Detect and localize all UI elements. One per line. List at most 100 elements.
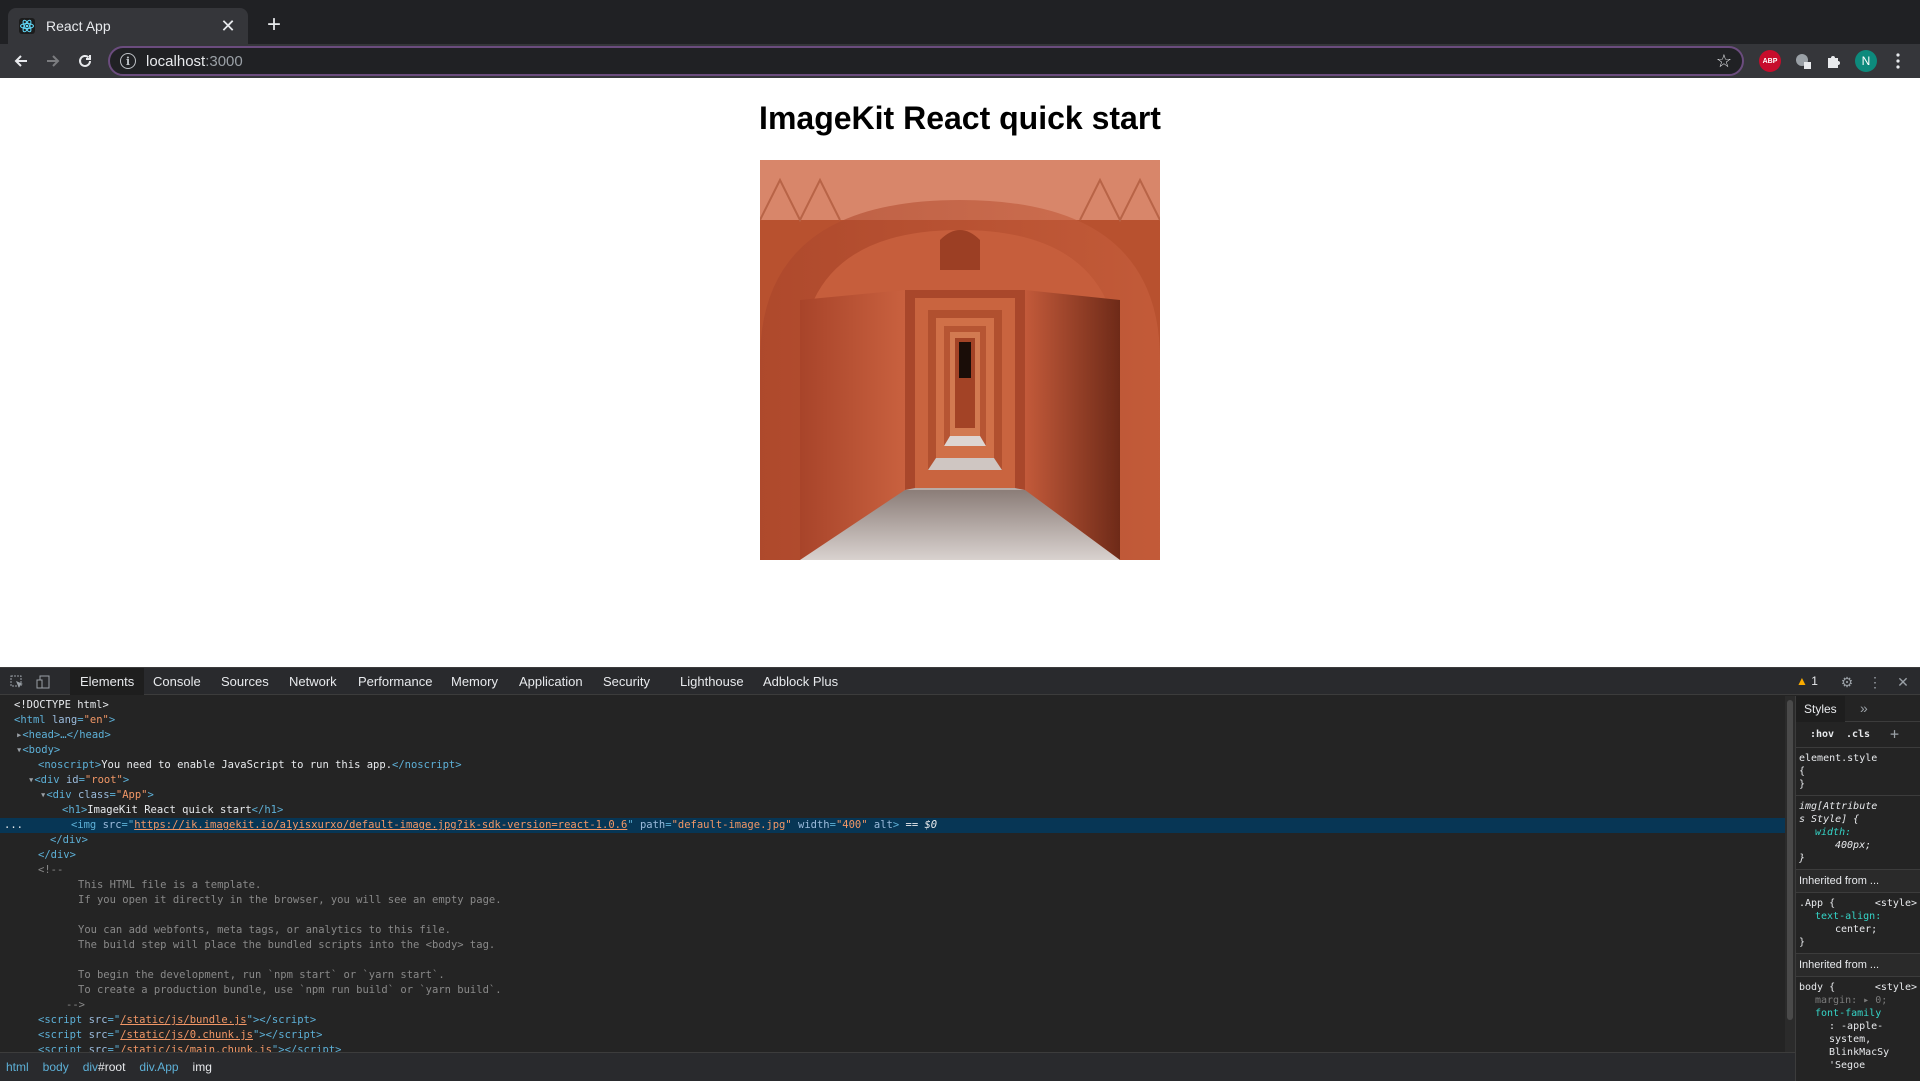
extension-icon[interactable] [1792,50,1814,72]
tab-title: React App [46,18,111,34]
hero-image [760,160,1160,560]
tab-styles[interactable]: Styles [1796,696,1845,722]
element-style-rule[interactable]: element.style { } [1796,748,1920,796]
close-icon[interactable]: ✕ [1894,673,1912,691]
add-rule-button[interactable]: + [1890,725,1899,743]
style-source-link[interactable]: <style> [1875,897,1917,910]
warnings-counter[interactable]: ▲ 1 [1796,674,1818,688]
devtools-tab-network[interactable]: Network [279,668,347,695]
hov-toggle[interactable]: :hov [1810,729,1834,740]
styles-pane: Styles » :hov .cls + element.style { } i… [1795,696,1920,1081]
cls-toggle[interactable]: .cls [1846,729,1870,740]
comment-line: This HTML file is a template. [78,879,262,891]
url-host: localhost [146,52,206,70]
devtools-tab-adblock-plus[interactable]: Adblock Plus [753,668,848,695]
back-button[interactable] [6,46,36,76]
comment-close: --> [66,999,85,1011]
inherited-header: Inherited from ... [1796,954,1920,977]
dom-node-doctype[interactable]: <!DOCTYPE html> [0,698,1785,713]
reload-icon [79,54,91,67]
more-tabs-icon[interactable]: » [1860,700,1868,716]
inspect-element-icon[interactable] [8,673,26,691]
dom-node-div-root-close[interactable]: </div> [0,848,1785,863]
dom-node-noscript[interactable]: <noscript>You need to enable JavaScript … [0,758,1785,773]
close-icon[interactable]: ✕ [218,16,238,37]
breadcrumb-html[interactable]: html [6,1060,29,1074]
body-style-rule[interactable]: body { <style> margin: ▸ 0; font-family … [1796,977,1920,1076]
breadcrumb-div-root[interactable]: div#root [83,1060,126,1074]
devtools-panel: Elements Console Sources Network Perform… [0,667,1920,1081]
dom-node-div-app[interactable]: ▾<div class="App"> [0,788,1785,803]
arrow-right-icon [47,55,60,67]
styles-filter-row: :hov .cls + [1796,722,1920,748]
img-src-link[interactable]: https://ik.imagekit.io/a1yisxurxo/defaul… [134,819,627,831]
forward-button[interactable] [38,46,68,76]
devtools-tabbar: Elements Console Sources Network Perform… [0,668,1920,695]
warning-count: 1 [1811,674,1818,688]
devtools-tab-elements[interactable]: Elements [70,668,145,695]
profile-avatar[interactable]: N [1855,50,1877,72]
react-icon [18,17,36,35]
kebab-icon[interactable]: ⋮ [1866,673,1884,691]
breadcrumb-img[interactable]: img [193,1060,212,1074]
comment-line: The build step will place the bundled sc… [78,939,496,951]
kebab-icon [1896,53,1900,69]
devtools-tab-performance[interactable]: Performance [348,668,442,695]
dom-node-comment[interactable]: <!-- [0,863,1785,878]
style-source-link[interactable]: <style> [1875,981,1917,994]
dom-node-div-root[interactable]: ▾<div id="root"> [0,773,1785,788]
dom-tree: <!DOCTYPE html> <html lang="en"> ▸<head>… [0,696,1785,1052]
gear-icon[interactable]: ⚙ [1838,673,1856,691]
dom-node-head[interactable]: ▸<head>…</head> [0,728,1785,743]
devtools-tab-security[interactable]: Security [593,668,660,695]
puzzle-icon [1828,56,1840,68]
dom-node-script[interactable]: <script src="/static/js/main.chunk.js"><… [0,1043,1785,1052]
page-heading: ImageKit React quick start [759,100,1161,136]
dom-node-img-selected[interactable]: ... <img src="https://ik.imagekit.io/a1yi… [0,818,1785,833]
comment-line [0,953,1785,968]
url-port: :3000 [205,52,243,70]
arrow-left-icon [14,55,27,67]
comment-line: If you open it directly in the browser, … [78,894,502,906]
dom-node-html[interactable]: <html lang="en"> [0,713,1785,728]
comment-line: To create a production bundle, use `npm … [78,984,502,996]
node-actions-ellipsis[interactable]: ... [4,819,23,831]
dom-node-body[interactable]: ▾<body> [0,743,1785,758]
dom-breadcrumb: html body div#root div.App img [0,1052,1795,1081]
dom-node-div-app-close[interactable]: </div> [0,833,1785,848]
breadcrumb-div-app[interactable]: div.App [139,1060,178,1074]
img-attribute-style-rule[interactable]: img[Attribute s Style] { width: 400px; } [1796,796,1920,870]
dom-node-script[interactable]: <script src="/static/js/0.chunk.js"></sc… [0,1028,1785,1043]
dom-tree-scrollbar[interactable] [1785,696,1795,1052]
extensions-button[interactable] [1823,50,1845,72]
app-style-rule[interactable]: .App { <style> text-align: center; } [1796,893,1920,954]
devtools-tab-memory[interactable]: Memory [441,668,508,695]
device-toolbar-icon[interactable] [34,673,52,691]
browser-tab[interactable]: React App ✕ [8,8,248,44]
devtools-tab-application[interactable]: Application [509,668,593,695]
extension-badge-icon [1796,54,1811,69]
comment-line: To begin the development, run `npm start… [78,969,445,981]
breadcrumb-body[interactable]: body [43,1060,69,1074]
devtools-tab-lighthouse[interactable]: Lighthouse [670,668,754,695]
tab-strip: React App ✕ + [0,0,1920,44]
comment-line [0,908,1785,923]
browser-menu-button[interactable] [1887,50,1909,72]
adblock-plus-extension[interactable]: ABP [1759,50,1781,72]
browser-toolbar: i localhost:3000 ☆ ABP N [0,44,1920,78]
inherited-header: Inherited from ... [1796,870,1920,893]
new-tab-button[interactable]: + [260,12,288,40]
warning-icon: ▲ [1796,674,1808,688]
reload-button[interactable] [70,46,100,76]
styles-tabbar: Styles » [1796,696,1920,722]
devtools-tab-console[interactable]: Console [143,668,211,695]
dom-node-h1[interactable]: <h1>ImageKit React quick start</h1> [0,803,1785,818]
page-viewport: ImageKit React quick start [0,78,1920,667]
address-bar[interactable]: i localhost:3000 ☆ [108,46,1744,76]
dom-node-script[interactable]: <script src="/static/js/bundle.js"></scr… [0,1013,1785,1028]
info-icon[interactable]: i [120,53,136,69]
scrollbar-thumb[interactable] [1787,700,1793,1020]
devtools-tab-sources[interactable]: Sources [211,668,279,695]
star-icon[interactable]: ☆ [1716,51,1732,72]
comment-line: You can add webfonts, meta tags, or anal… [78,924,451,936]
